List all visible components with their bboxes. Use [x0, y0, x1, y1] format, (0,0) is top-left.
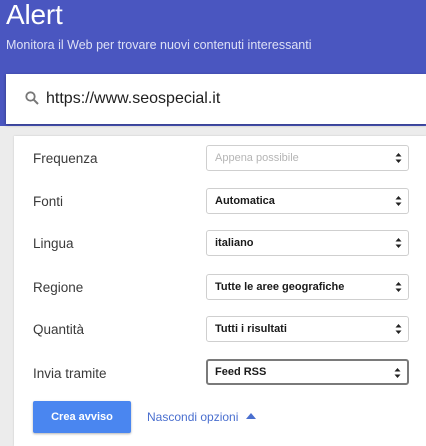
select-arrows-icon	[395, 196, 402, 206]
sources-value: Automatica	[215, 195, 275, 207]
select-arrows-icon	[395, 324, 402, 334]
language-value: italiano	[215, 237, 254, 249]
hide-options-link[interactable]: Nascondi opzioni	[147, 410, 238, 424]
quantity-select[interactable]: Tutti i risultati	[206, 316, 409, 342]
region-label: Regione	[33, 280, 84, 295]
caret-up-icon[interactable]	[246, 413, 256, 419]
select-arrows-icon	[395, 238, 402, 248]
search-query[interactable]: https://www.seospecial.it	[46, 90, 220, 108]
search-icon	[25, 91, 39, 105]
region-value: Tutte le aree geografiche	[215, 281, 345, 293]
frequency-value: Appena possibile	[215, 152, 299, 164]
quantity-value: Tutti i risultati	[215, 323, 287, 335]
header: Alert Monitora il Web per trovare nuovi …	[0, 0, 426, 126]
sources-label: Fonti	[33, 194, 64, 209]
deliver-to-label: Invia tramite	[33, 366, 107, 381]
sources-select[interactable]: Automatica	[206, 188, 409, 214]
select-arrows-icon	[395, 282, 402, 292]
language-label: Lingua	[33, 236, 74, 251]
language-select[interactable]: italiano	[206, 230, 409, 256]
create-alert-button[interactable]: Crea avviso	[33, 401, 131, 433]
page-subtitle: Monitora il Web per trovare nuovi conten…	[6, 38, 312, 52]
deliver-to-value: Feed RSS	[215, 366, 267, 378]
quantity-label: Quantità	[33, 322, 85, 337]
search-input[interactable]: https://www.seospecial.it	[6, 74, 426, 124]
frequency-label: Frequenza	[33, 151, 98, 166]
select-arrows-icon	[395, 153, 402, 163]
select-arrows-icon	[394, 368, 401, 378]
region-select[interactable]: Tutte le aree geografiche	[206, 274, 409, 300]
frequency-select[interactable]: Appena possibile	[206, 145, 409, 171]
deliver-to-select[interactable]: Feed RSS	[206, 359, 409, 385]
page-title: Alert	[6, 0, 63, 30]
